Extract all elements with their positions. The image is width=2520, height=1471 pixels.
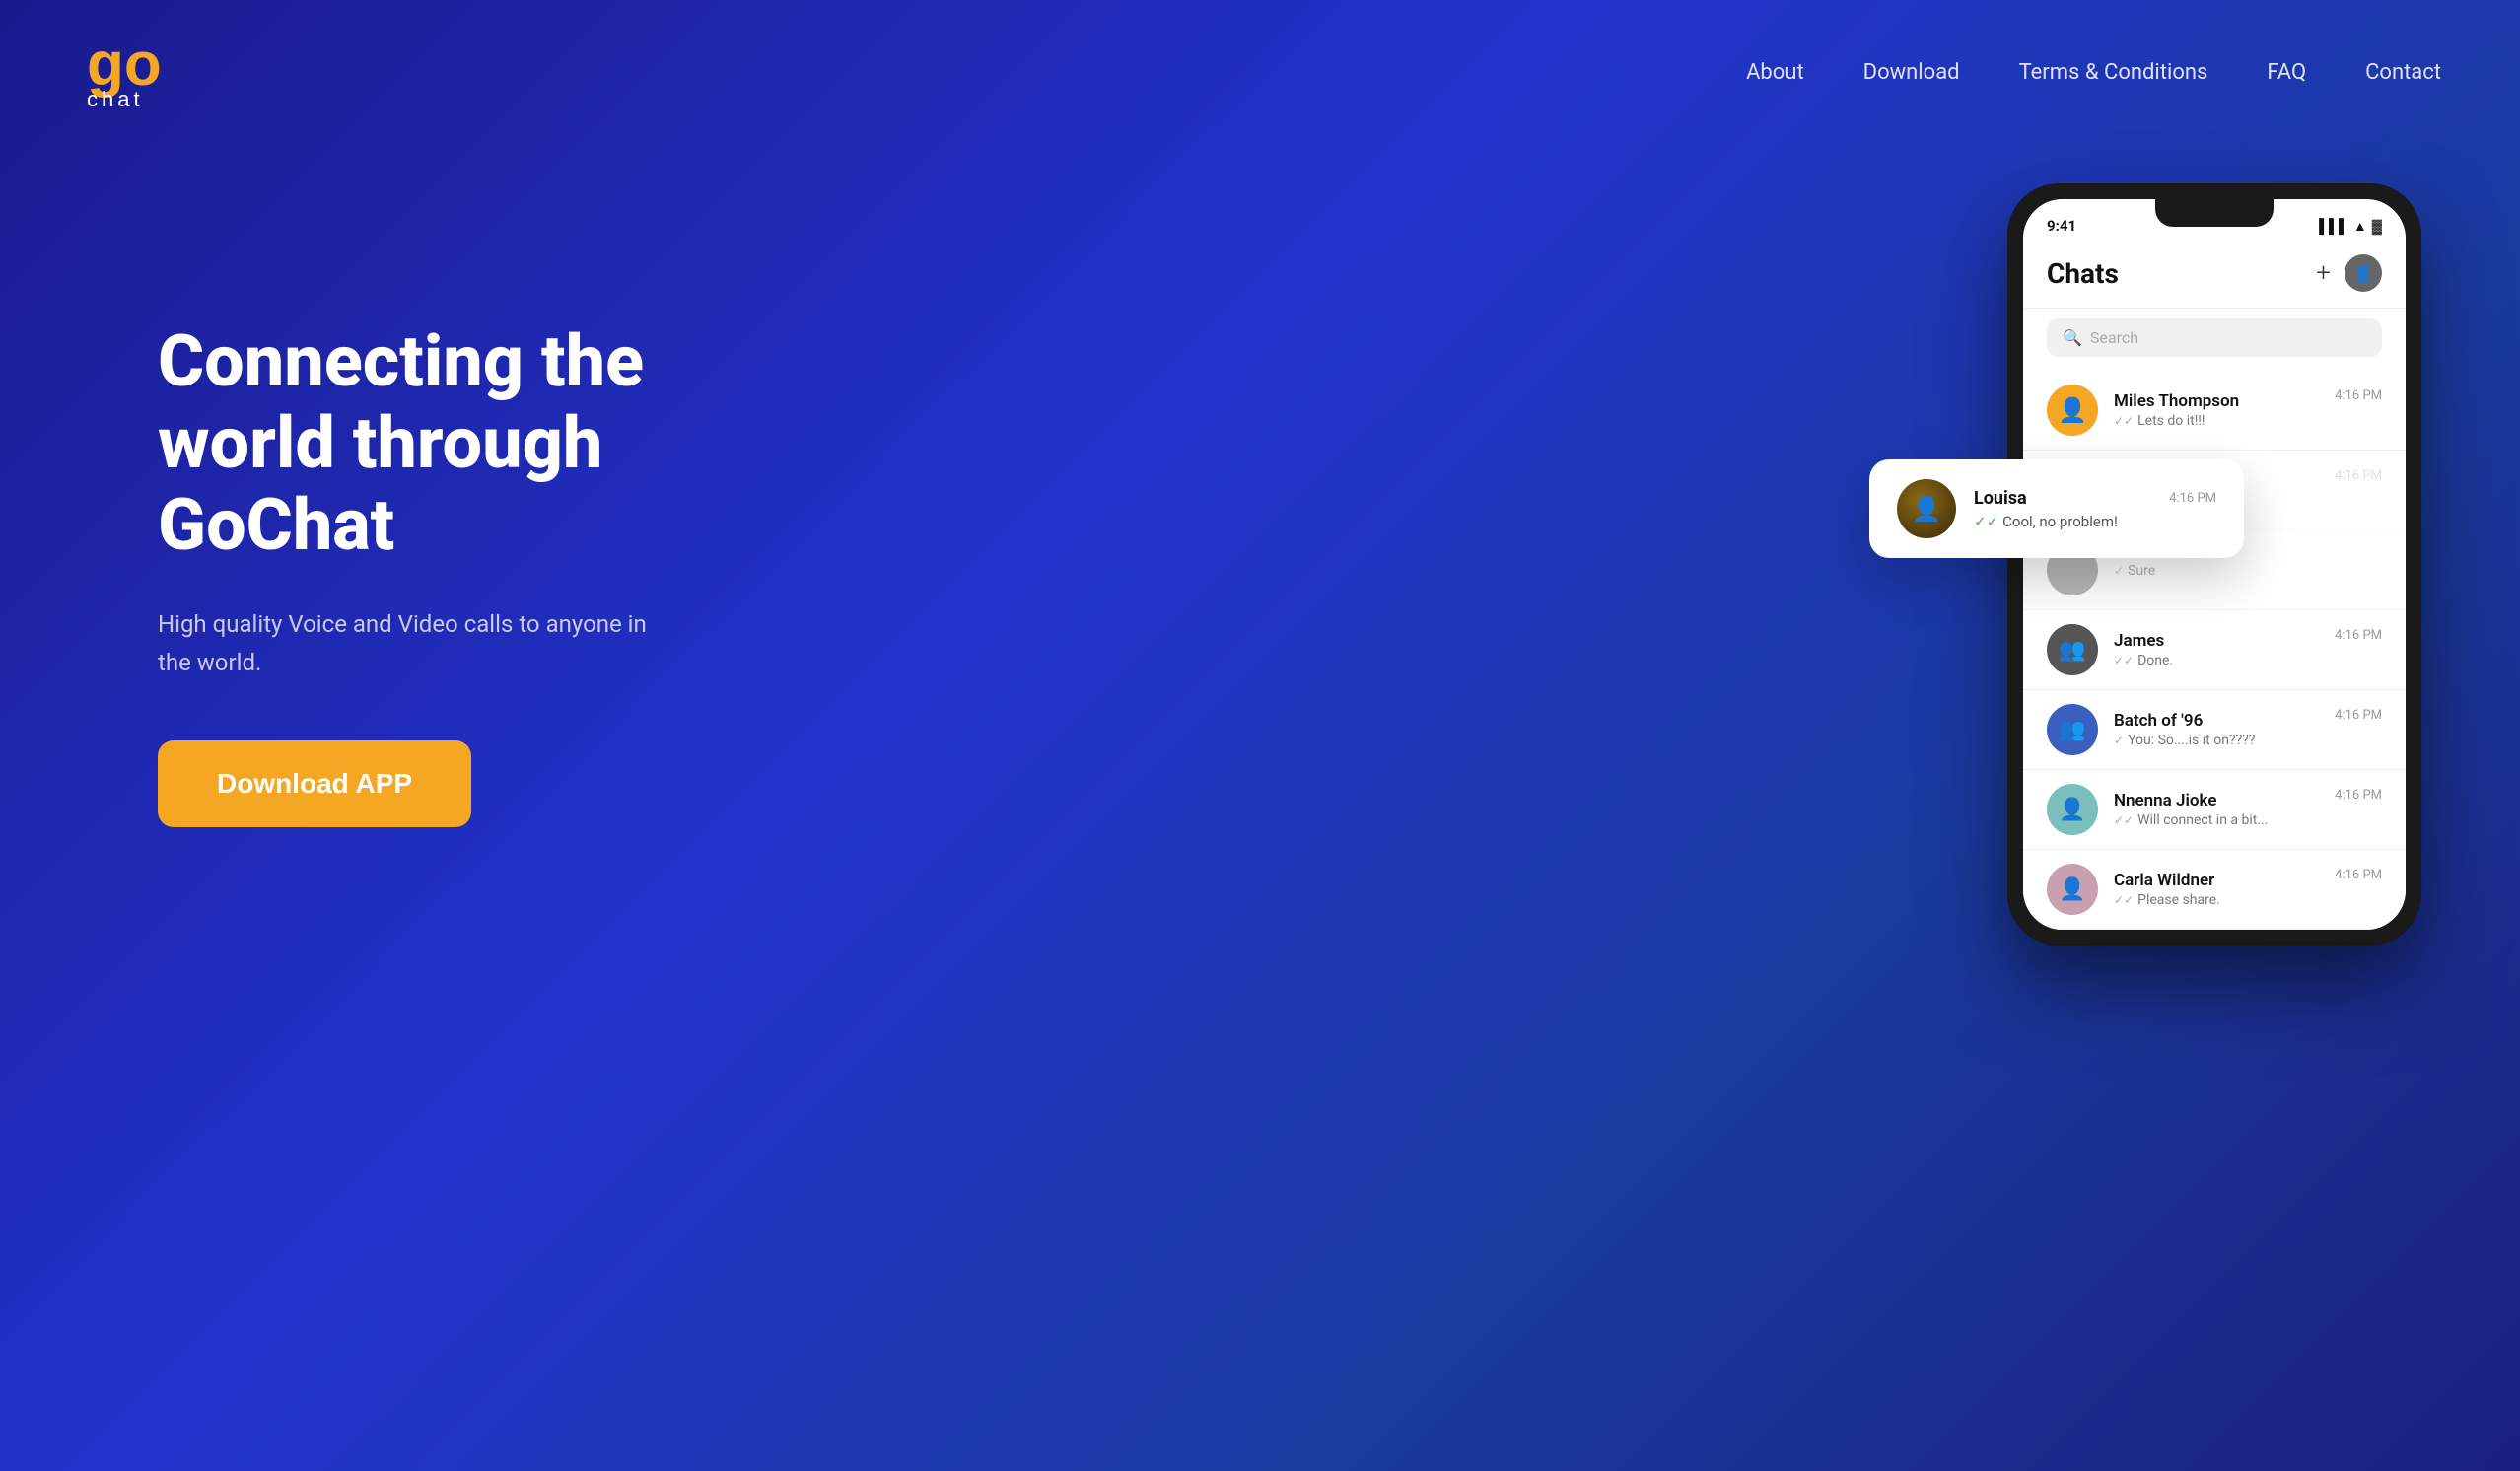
chat-preview: ✓ You: So....is it on???? [2114,733,2319,748]
chat-avatar: 👤 [2047,385,2098,436]
search-input[interactable]: 🔍 Search [2047,318,2382,357]
chat-preview: ✓✓ Lets do it!!! [2114,413,2319,429]
chat-info: Carla Wildner ✓✓ Please share. [2114,871,2319,908]
svg-text:chat: chat [87,87,144,111]
nav-terms[interactable]: Terms & Conditions [2019,60,2208,85]
chat-header-icons: + 👤 [2316,254,2382,292]
wifi-icon: ▲ [2353,218,2367,235]
search-icon: 🔍 [2063,328,2082,347]
chat-contact-name: James [2114,631,2319,651]
header: go chat About Download Terms & Condition… [0,0,2520,144]
check-icon: ✓ [2114,564,2124,578]
check-icon: ✓✓ [2114,893,2134,907]
chat-preview-text: Lets do it!!! [2137,413,2205,429]
add-chat-icon[interactable]: + [2316,258,2331,288]
chat-avatar: 👥 [2047,624,2098,675]
nav-contact[interactable]: Contact [2365,60,2441,85]
hero-section: Connecting the world through GoChat High… [0,144,2520,1471]
chat-title: Chats [2047,257,2119,290]
chat-preview: ✓✓ Done. [2114,653,2319,668]
chat-time: 4:16 PM [2335,628,2382,643]
notif-content: Louisa 4:16 PM ✓✓ Cool, no problem! [1974,488,2216,530]
chat-time: 4:16 PM [2335,708,2382,723]
chat-info: Miles Thompson ✓✓ Lets do it!!! [2114,391,2319,429]
chat-preview-text: Sure [2128,563,2155,579]
hero-title: Connecting the world through GoChat [158,321,828,566]
phone-mockup: 👤 Louisa 4:16 PM ✓✓ Cool, no problem! [1928,183,2441,946]
nav-faq[interactable]: FAQ [2267,60,2306,85]
chat-avatar: 👤 [2047,784,2098,835]
chat-info: Nnenna Jioke ✓✓ Will connect in a bit... [2114,791,2319,828]
hero-text-block: Connecting the world through GoChat High… [158,203,828,827]
chat-preview-text: Please share. [2137,892,2220,908]
chat-time: 4:16 PM [2335,868,2382,882]
phone-screen: 9:41 ▌▌▌ ▲ ▓ Chats + 👤 [2023,199,2406,930]
check-icon: ✓ [2114,734,2124,747]
notif-message: ✓✓ Cool, no problem! [1974,513,2216,530]
chat-avatar: 👥 [2047,704,2098,755]
chat-item[interactable]: 👥 Batch of '96 ✓ You: So....is it on????… [2023,690,2406,770]
chat-item[interactable]: 👤 Carla Wildner ✓✓ Please share. 4:16 PM [2023,850,2406,930]
chat-preview-text: Done. [2137,653,2173,668]
phone-notch [2155,199,2274,227]
notif-avatar: 👤 [1897,479,1956,538]
chat-item[interactable]: 👤 Nnenna Jioke ✓✓ Will connect in a bit.… [2023,770,2406,850]
chat-preview-text: Will connect in a bit... [2137,812,2268,828]
main-nav: About Download Terms & Conditions FAQ Co… [1746,60,2441,85]
battery-icon: ▓ [2372,218,2382,235]
chat-time: 4:16 PM [2335,388,2382,403]
logo-svg: go chat [79,28,207,116]
check-icon: ✓✓ [2114,813,2134,827]
check-icon: ✓✓ [2114,654,2134,667]
double-check-icon: ✓✓ [1974,513,1998,530]
status-icons: ▌▌▌ ▲ ▓ [2319,212,2382,235]
chat-preview: ✓ Sure [2114,563,2382,579]
status-time: 9:41 [2047,211,2076,235]
chat-preview-text: You: So....is it on???? [2128,733,2255,748]
signal-icon: ▌▌▌ [2319,218,2348,235]
user-avatar-icon[interactable]: 👤 [2345,254,2382,292]
search-area: 🔍 Search [2023,309,2406,371]
check-icon: ✓✓ [2114,414,2134,428]
notif-header: Louisa 4:16 PM [1974,488,2216,509]
chat-contact-name: Nnenna Jioke [2114,791,2319,810]
chat-time: 4:16 PM [2335,468,2382,483]
chat-item[interactable]: 👤 Miles Thompson ✓✓ Lets do it!!! 4:16 P… [2023,371,2406,451]
chat-list: 👤 Miles Thompson ✓✓ Lets do it!!! 4:16 P… [2023,371,2406,930]
notif-time: 4:16 PM [2169,491,2216,506]
floating-notification: 👤 Louisa 4:16 PM ✓✓ Cool, no problem! [1869,459,2244,558]
nav-about[interactable]: About [1746,60,1804,85]
logo: go chat [79,28,207,116]
chat-item[interactable]: 👥 James ✓✓ Done. 4:16 PM [2023,610,2406,690]
hero-subtitle: High quality Voice and Video calls to an… [158,605,651,681]
chat-contact-name: Miles Thompson [2114,391,2319,411]
chat-header: Chats + 👤 [2023,235,2406,309]
notif-text: Cool, no problem! [2002,513,2118,530]
notif-name: Louisa [1974,488,2027,509]
chat-contact-name: Batch of '96 [2114,711,2319,731]
chat-info: James ✓✓ Done. [2114,631,2319,668]
chat-info: ✓ Sure [2114,561,2382,579]
download-app-button[interactable]: Download APP [158,740,471,827]
chat-info: Batch of '96 ✓ You: So....is it on???? [2114,711,2319,748]
chat-contact-name: Carla Wildner [2114,871,2319,890]
chat-time: 4:16 PM [2335,788,2382,803]
chat-preview: ✓✓ Please share. [2114,892,2319,908]
phone-frame: 9:41 ▌▌▌ ▲ ▓ Chats + 👤 [2007,183,2421,946]
search-placeholder: Search [2090,328,2138,347]
chat-preview: ✓✓ Will connect in a bit... [2114,812,2319,828]
chat-avatar: 👤 [2047,864,2098,915]
nav-download[interactable]: Download [1863,60,1960,85]
